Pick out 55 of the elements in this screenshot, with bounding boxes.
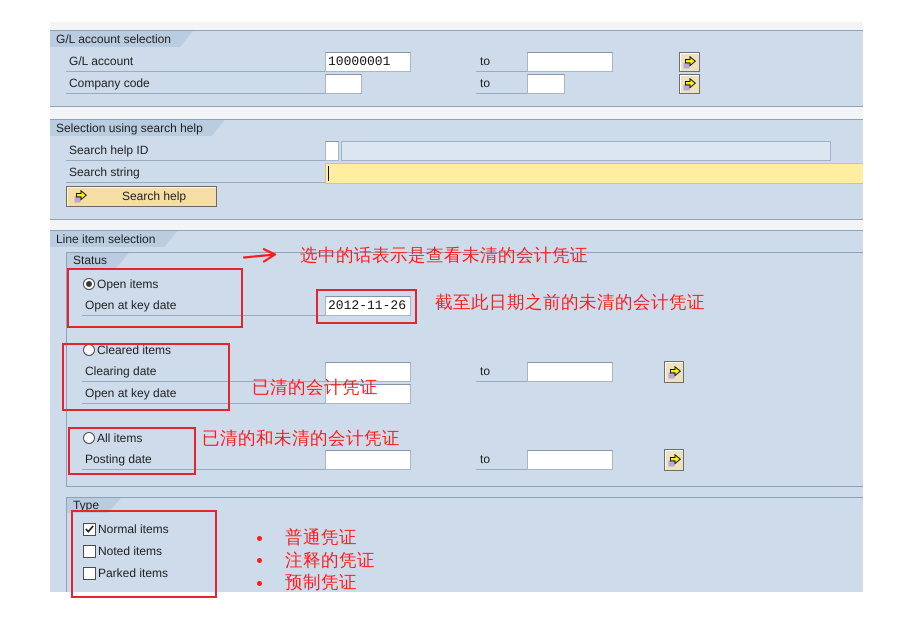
input-field[interactable] — [325, 74, 362, 94]
checkbox[interactable] — [83, 544, 96, 558]
radio-button[interactable] — [83, 432, 95, 444]
checkbox[interactable] — [83, 522, 96, 536]
bullet-icon — [257, 580, 262, 586]
checkmark-icon — [85, 525, 94, 533]
checkbox-label[interactable]: Normal items — [98, 521, 169, 537]
input-field[interactable] — [527, 362, 613, 382]
field-label: Company code — [66, 74, 325, 94]
search-help-button[interactable]: Search help — [66, 186, 217, 206]
radio-button[interactable] — [83, 344, 95, 356]
text-cursor-icon — [328, 166, 329, 180]
checkbox-label[interactable]: Noted items — [98, 543, 162, 559]
field-label: Search help ID — [66, 141, 325, 161]
arrow-button[interactable] — [664, 361, 684, 383]
group-title: Line item selection — [50, 231, 178, 247]
group-title: Selection using search help — [50, 120, 225, 136]
annotation-text: 截至此日期之前的未清的会计凭证 — [435, 293, 705, 313]
radio-label[interactable]: All items — [97, 430, 142, 446]
right-arrow-icon — [683, 56, 696, 68]
radio-button[interactable] — [83, 278, 95, 290]
group-title: Status — [67, 253, 130, 268]
field-label: Search string — [66, 163, 325, 183]
input-field[interactable] — [325, 141, 339, 161]
annotation-text: 已清的和未清的会计凭证 — [202, 429, 400, 449]
input-field[interactable] — [527, 52, 613, 72]
arrow-button[interactable] — [679, 74, 700, 94]
right-arrow-icon — [683, 78, 696, 90]
annotation-text: 预制凭证 — [285, 573, 357, 594]
input-field[interactable] — [527, 74, 565, 94]
radio-label[interactable]: Open items — [97, 276, 158, 292]
arrow-button[interactable] — [679, 52, 700, 72]
checkbox-label[interactable]: Parked items — [98, 565, 168, 581]
input-field[interactable]: 10000001 — [325, 52, 411, 72]
group-title: G/L account selection — [50, 31, 193, 47]
input-field[interactable] — [527, 450, 613, 470]
annotation-text: 选中的话表示是查看未清的会计凭证 — [300, 246, 588, 266]
field-label: Open at key date — [82, 296, 325, 316]
input-field[interactable] — [325, 162, 863, 184]
input-field[interactable]: 2012-11-26 — [325, 296, 411, 316]
arrow-button[interactable] — [664, 449, 684, 471]
right-arrow-icon — [668, 366, 680, 378]
right-arrow-icon — [668, 454, 680, 466]
field-label: Posting date — [82, 450, 325, 470]
annotation-text: 注释的凭证 — [285, 550, 375, 571]
checkbox[interactable] — [83, 566, 96, 580]
annotation-arrow — [243, 248, 277, 263]
radio-label[interactable]: Cleared items — [97, 342, 172, 358]
input-field[interactable] — [325, 450, 411, 470]
bullet-icon — [257, 536, 262, 541]
annotation-text: 普通凭证 — [285, 528, 357, 548]
right-arrow-icon — [74, 190, 87, 202]
radio-dot-icon — [86, 281, 92, 287]
field-label: G/L account — [66, 52, 325, 72]
bullet-icon — [257, 558, 262, 564]
